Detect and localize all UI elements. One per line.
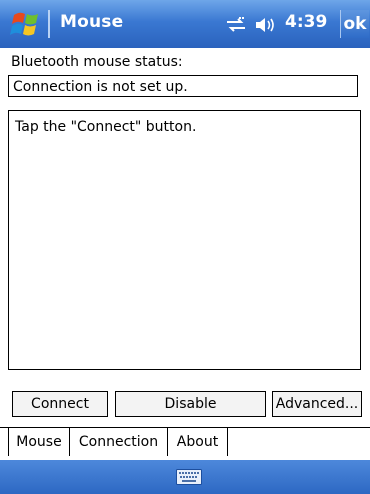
bottom-menu-bar	[0, 460, 370, 494]
log-text: Tap the "Connect" button.	[15, 119, 197, 135]
connect-button[interactable]: Connect	[12, 391, 108, 417]
tab-strip: Mouse Connection About	[0, 428, 370, 456]
disable-button[interactable]: Disable	[115, 391, 266, 417]
tab-about[interactable]: About	[168, 428, 228, 456]
tab-connection[interactable]: Connection	[70, 428, 168, 456]
keyboard-icon[interactable]	[176, 469, 202, 485]
windows-flag-icon[interactable]	[10, 9, 42, 39]
advanced-button[interactable]: Advanced...	[272, 391, 362, 417]
clock[interactable]: 4:39	[285, 12, 327, 32]
tab-mouse[interactable]: Mouse	[8, 428, 70, 456]
status-field: Connection is not set up.	[8, 75, 358, 97]
ok-button[interactable]: ok	[340, 10, 369, 38]
tab-strip-filler	[228, 428, 370, 456]
log-area: Tap the "Connect" button.	[8, 110, 361, 370]
app-title: Mouse	[60, 12, 124, 32]
pocketpc-screen: Mouse 4:39 ok Bluetooth mouse status: Co…	[0, 0, 370, 494]
status-label: Bluetooth mouse status:	[11, 54, 183, 70]
title-bar: Mouse 4:39 ok	[0, 0, 370, 48]
connectivity-icon[interactable]	[225, 16, 247, 34]
speaker-icon[interactable]	[254, 15, 278, 35]
title-divider	[48, 10, 50, 38]
